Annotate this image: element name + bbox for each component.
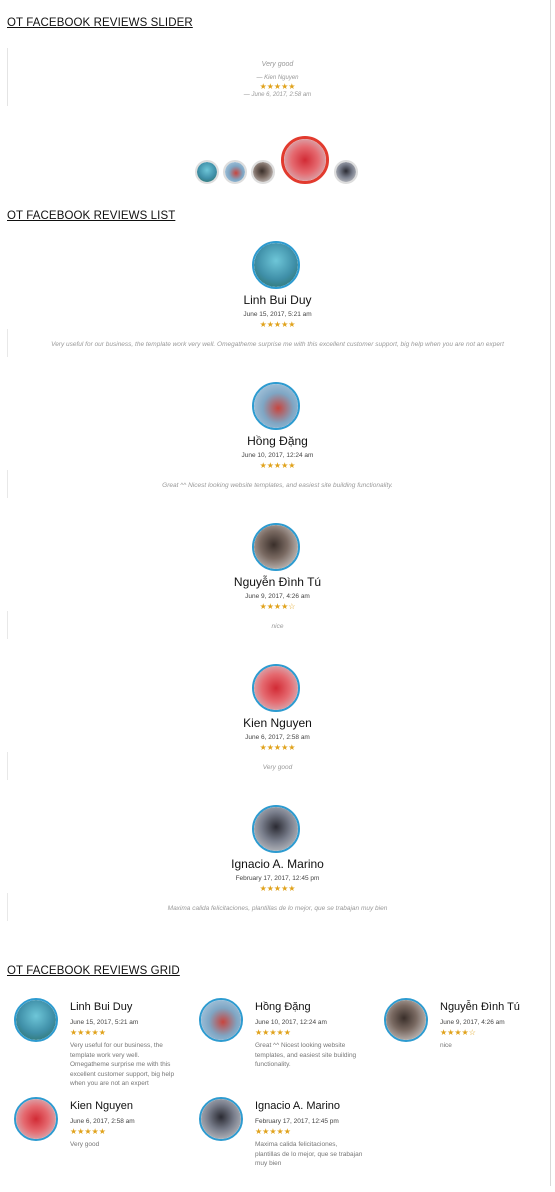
reviewer-name: Kien Nguyen (70, 1100, 133, 1112)
review-date: June 15, 2017, 5:21 am (243, 311, 312, 318)
avatar (199, 1097, 243, 1141)
rating-stars: ★★★★★ (259, 461, 296, 470)
rating-stars: ★★★★☆ (440, 1028, 476, 1037)
review-date: June 9, 2017, 4:26 am (440, 1019, 505, 1026)
avatar (252, 664, 300, 712)
slider-thumb-3[interactable] (251, 160, 275, 184)
avatar-image (253, 162, 273, 182)
slider-review-date: — June 6, 2017, 2:58 am (243, 92, 312, 98)
list-item: Ignacio A. Marino February 17, 2017, 12:… (0, 805, 555, 945)
review-text: Maxima calida felicitaciones, plantillas… (167, 905, 388, 912)
avatar (14, 998, 58, 1042)
slider-thumb-4-active[interactable] (281, 136, 329, 184)
review-date: June 10, 2017, 12:24 am (255, 1019, 327, 1026)
list-item: Nguyễn Đình Tú June 9, 2017, 4:26 am ★★★… (0, 523, 555, 663)
reviewer-name: Linh Bui Duy (70, 1001, 133, 1013)
avatar (199, 998, 243, 1042)
grid-item: Hồng Đặng June 10, 2017, 12:24 am ★★★★★ … (199, 998, 369, 1093)
avatar (14, 1097, 58, 1141)
slider-thumb-2[interactable] (223, 160, 247, 184)
avatar (384, 998, 428, 1042)
avatar (252, 523, 300, 571)
list-item: Linh Bui Duy June 15, 2017, 5:21 am ★★★★… (0, 241, 555, 381)
slider-thumb-1[interactable] (195, 160, 219, 184)
rating-stars: ★★★★★ (259, 884, 296, 893)
review-date: February 17, 2017, 12:45 pm (255, 1118, 339, 1125)
review-text: Very good (262, 764, 293, 771)
reviewer-name: Hồng Đặng (247, 434, 308, 448)
avatar-image (197, 162, 217, 182)
rating-stars: ★★★★★ (255, 1127, 291, 1136)
review-date: June 6, 2017, 2:58 am (70, 1118, 135, 1125)
list-item: Kien Nguyen June 6, 2017, 2:58 am ★★★★★ … (0, 664, 555, 804)
reviewer-name: Nguyễn Đình Tú (440, 1001, 520, 1013)
slider-thumb-5[interactable] (334, 160, 358, 184)
review-text: Great ^^ Nicest looking website template… (255, 1042, 357, 1068)
review-date: June 6, 2017, 2:58 am (245, 734, 310, 741)
review-text: Very useful for our business, the templa… (70, 1042, 175, 1087)
slider-review-text: Very good (261, 61, 294, 68)
list-section-title: OT FACEBOOK REVIEWS LIST (7, 210, 176, 222)
reviewer-name: Ignacio A. Marino (231, 857, 324, 871)
reviewer-name: Hồng Đặng (255, 1001, 311, 1013)
rating-stars: ★★★★☆ (259, 602, 296, 611)
avatar (252, 241, 300, 289)
grid-item: Ignacio A. Marino February 17, 2017, 12:… (199, 1097, 369, 1192)
review-date: June 15, 2017, 5:21 am (70, 1019, 139, 1026)
reviewer-name: Linh Bui Duy (243, 293, 312, 307)
avatar (252, 805, 300, 853)
list-item: Hồng Đặng June 10, 2017, 12:24 am ★★★★★ … (0, 382, 555, 522)
avatar-image (225, 162, 245, 182)
grid-item: Nguyễn Đình Tú June 9, 2017, 4:26 am ★★★… (384, 998, 554, 1093)
review-text: nice (440, 1042, 452, 1049)
slider-review-author: — Kien Nguyen (256, 75, 299, 81)
reviewer-name: Kien Nguyen (243, 716, 312, 730)
rating-stars: ★★★★★ (259, 743, 296, 752)
review-text: Great ^^ Nicest looking website template… (162, 482, 393, 489)
rating-stars: ★★★★★ (70, 1028, 106, 1037)
review-text: Maxima calida felicitaciones, plantillas… (255, 1141, 363, 1167)
grid-section-title: OT FACEBOOK REVIEWS GRID (7, 965, 180, 977)
review-text: Very good (70, 1141, 100, 1148)
slider-section-title: OT FACEBOOK REVIEWS SLIDER (7, 17, 193, 29)
review-text: nice (271, 623, 284, 630)
reviewer-name: Nguyễn Đình Tú (233, 575, 322, 589)
review-date: February 17, 2017, 12:45 pm (235, 875, 320, 882)
reviewer-name: Ignacio A. Marino (255, 1100, 340, 1112)
review-date: June 10, 2017, 12:24 am (241, 452, 314, 459)
review-text: Very useful for our business, the templa… (51, 341, 504, 348)
avatar-image (336, 162, 356, 182)
rating-stars: ★★★★★ (259, 320, 296, 329)
avatar-image (284, 139, 326, 181)
grid-item: Linh Bui Duy June 15, 2017, 5:21 am ★★★★… (14, 998, 184, 1093)
slider-rating-stars: ★★★★★ (259, 82, 296, 91)
rating-stars: ★★★★★ (255, 1028, 291, 1037)
grid-item: Kien Nguyen June 6, 2017, 2:58 am ★★★★★ … (14, 1097, 184, 1192)
avatar (252, 382, 300, 430)
review-date: June 9, 2017, 4:26 am (245, 593, 310, 600)
rating-stars: ★★★★★ (70, 1127, 106, 1136)
